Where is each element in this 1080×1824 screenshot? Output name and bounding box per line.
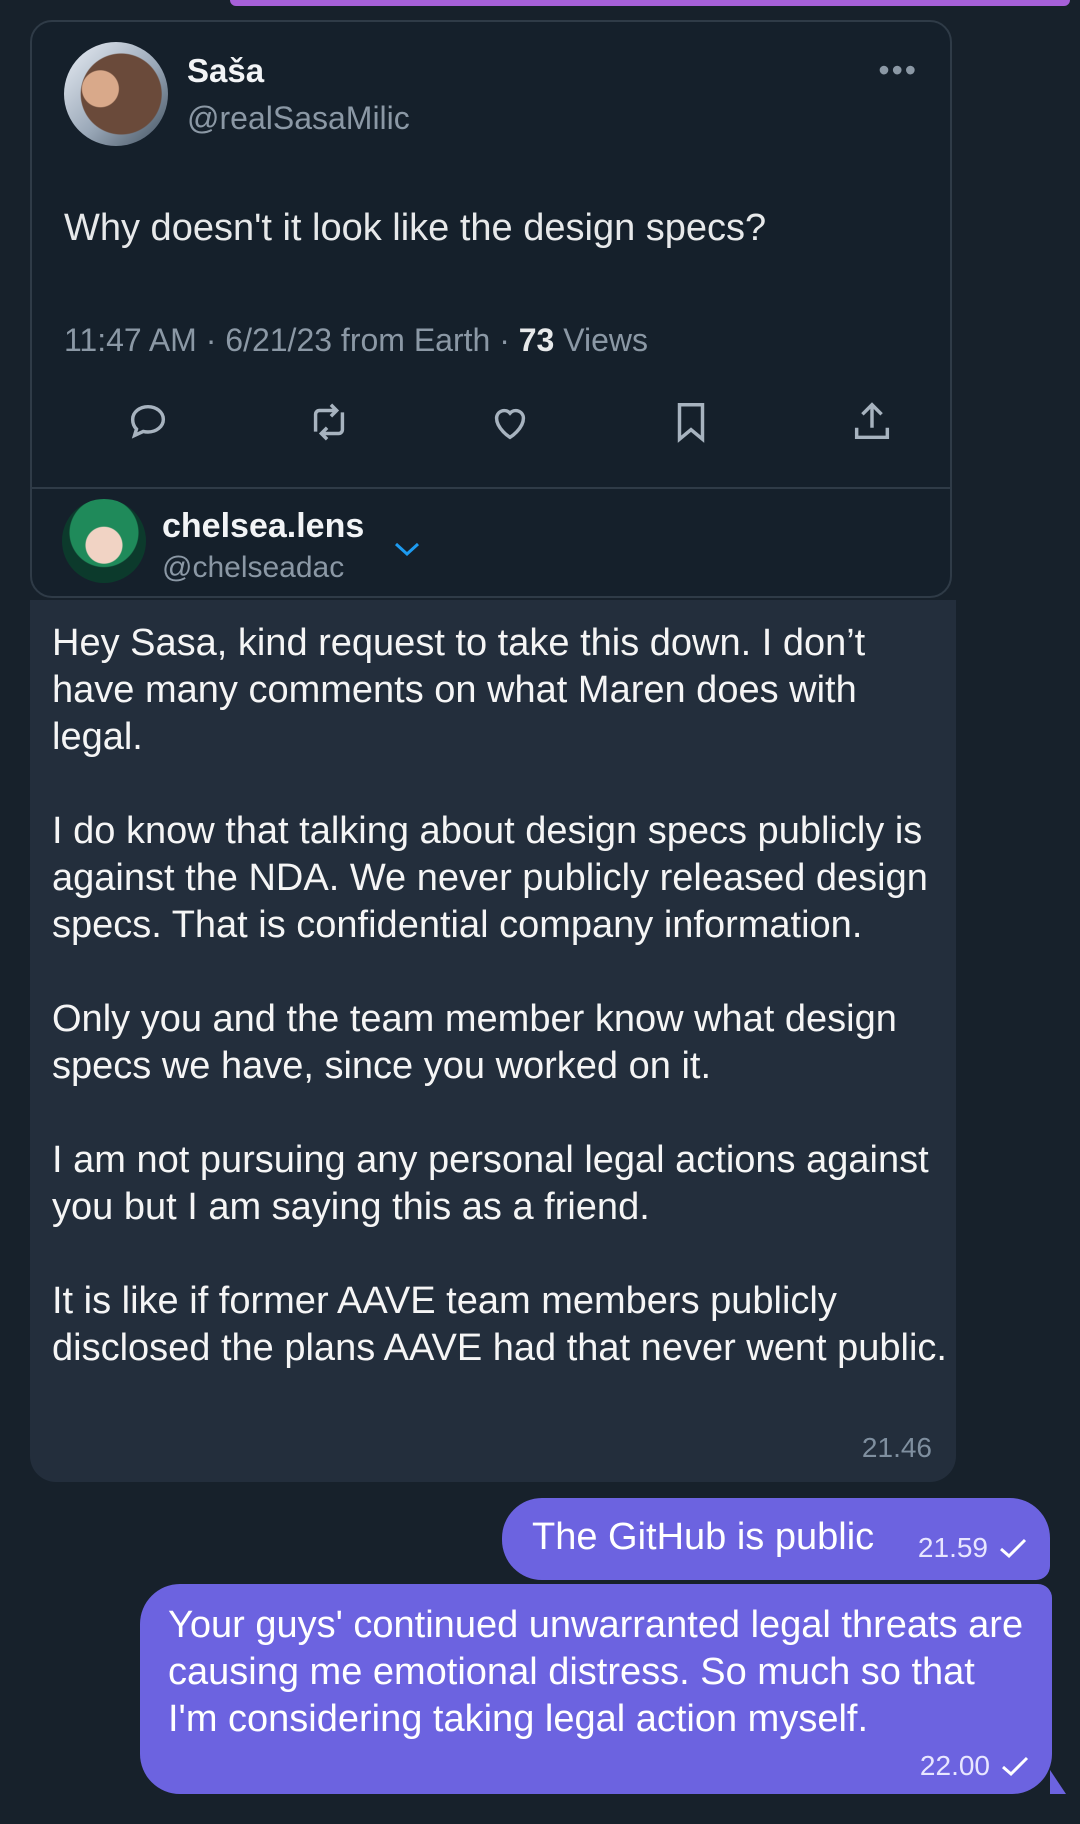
chevron-down-icon bbox=[392, 539, 422, 564]
tweet-author-handle: @realSasaMilic bbox=[187, 100, 410, 136]
bookmark-icon bbox=[663, 394, 719, 450]
share-icon bbox=[844, 394, 900, 450]
quote-author-name: chelsea.lens bbox=[162, 507, 365, 545]
avatar bbox=[64, 42, 168, 146]
message-status: 21.59 bbox=[918, 1532, 1028, 1564]
tweet-timestamp: 11:47 AM · 6/21/23 from Earth · bbox=[64, 322, 519, 358]
message-status: 22.00 bbox=[920, 1750, 1030, 1782]
outgoing-message-text: Your guys' continued unwarranted legal t… bbox=[168, 1604, 1024, 1740]
outgoing-message-time: 22.00 bbox=[919, 1750, 990, 1781]
incoming-message-time: 21.46 bbox=[861, 1432, 932, 1463]
tweet-screenshot[interactable]: Saša @realSasaMilic ••• Why doesn't it l… bbox=[30, 20, 952, 598]
outgoing-message-bubble[interactable]: The GitHub is public 21.59 bbox=[502, 1498, 1050, 1580]
tweet-views-count: 73 bbox=[518, 322, 555, 358]
tweet-author-name: Saša bbox=[187, 52, 265, 89]
outgoing-message-time: 21.59 bbox=[917, 1532, 988, 1563]
tweet-text: Why doesn't it look like the design spec… bbox=[64, 207, 767, 249]
tweet-meta: 11:47 AM · 6/21/23 from Earth · 73 Views bbox=[64, 322, 648, 359]
quote-author-handle: @chelseadac bbox=[162, 551, 345, 584]
check-icon bbox=[1002, 1756, 1029, 1777]
retweet-icon bbox=[301, 394, 357, 450]
tweet-actions bbox=[120, 392, 900, 452]
reply-icon bbox=[120, 394, 176, 450]
quote-author-header: chelsea.lens @chelseadac bbox=[32, 489, 950, 598]
incoming-message-bubble[interactable]: Hey Sasa, kind request to take this down… bbox=[30, 0, 956, 1482]
tweet-views-label: Views bbox=[554, 322, 648, 358]
previous-message-edge bbox=[230, 0, 1070, 6]
outgoing-message-text: The GitHub is public bbox=[532, 1516, 875, 1558]
more-icon: ••• bbox=[878, 52, 918, 88]
avatar bbox=[62, 499, 146, 583]
like-icon bbox=[482, 394, 538, 450]
check-icon bbox=[1000, 1538, 1027, 1559]
outgoing-message-bubble[interactable]: Your guys' continued unwarranted legal t… bbox=[140, 1584, 1052, 1794]
incoming-message-text: Hey Sasa, kind request to take this down… bbox=[52, 622, 947, 1369]
